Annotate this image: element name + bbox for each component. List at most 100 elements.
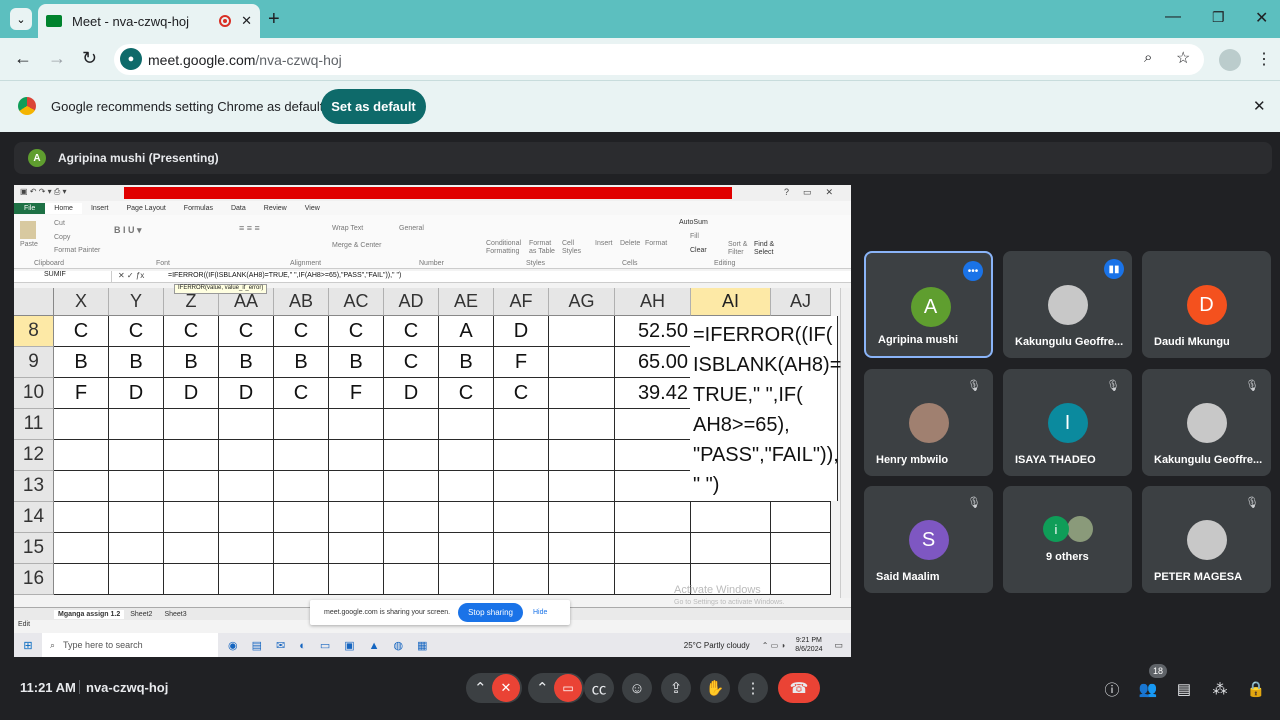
raise-hand-icon[interactable]: ✋ [700,673,730,703]
column-header[interactable]: AI [691,288,771,316]
spreadsheet-cell[interactable] [771,533,831,564]
spreadsheet-cell[interactable] [549,409,615,440]
row-header[interactable]: 10 [14,378,54,409]
spreadsheet-cell[interactable] [384,533,439,564]
align-buttons[interactable]: ≡ ≡ ≡ [239,223,260,233]
participant-tile[interactable]: D Daudi Mkungu [1142,251,1271,358]
spreadsheet-cell[interactable] [549,316,615,347]
spreadsheet-cell[interactable] [164,409,219,440]
tab-review[interactable]: Review [255,203,296,214]
close-window-icon[interactable]: ✕ [1255,8,1268,28]
name-box[interactable]: SUMIF [16,271,112,282]
menu-icon[interactable]: ⋮ [1256,49,1272,69]
spreadsheet-cell[interactable]: B [439,347,494,378]
fill-button[interactable]: Fill [690,233,699,240]
spreadsheet-cell[interactable] [384,409,439,440]
spreadsheet-cell[interactable] [329,533,384,564]
notifications-icon[interactable]: ▭ [834,640,843,651]
spreadsheet-cell[interactable] [164,502,219,533]
spreadsheet-cell[interactable] [549,564,615,595]
conditional-formatting-button[interactable]: Conditional Formatting [486,240,526,256]
spreadsheet-cell[interactable] [549,347,615,378]
spreadsheet-cell[interactable] [274,533,329,564]
spreadsheet-cell[interactable] [615,502,691,533]
insert-cells-button[interactable]: Insert [595,240,613,247]
row-header[interactable]: 8 [14,316,54,347]
copy-button[interactable]: Copy [54,234,70,241]
captions-icon[interactable]: ㏄ [584,673,614,703]
spreadsheet-cell[interactable] [109,440,164,471]
spreadsheet-cell[interactable] [494,533,549,564]
spreadsheet-cell[interactable] [274,564,329,595]
clear-button[interactable]: Clear [690,247,707,254]
spreadsheet-cell[interactable] [439,502,494,533]
autosum-button[interactable]: AutoSum [679,219,708,226]
find-select-button[interactable]: Find & Select [754,241,778,257]
formula-icons[interactable]: ✕ ✓ ƒx [118,271,144,280]
spreadsheet-cell[interactable]: F [494,347,549,378]
tab-page-layout[interactable]: Page Layout [117,203,174,214]
participant-tile[interactable]: Kakungulu Geoffre... 🎙 [1142,369,1271,476]
people-icon[interactable]: 👥 [1137,678,1159,700]
spreadsheet-cell[interactable] [549,378,615,409]
participant-tile[interactable]: i 9 others [1003,486,1132,593]
spreadsheet-cell[interactable]: C [109,316,164,347]
hide-button[interactable]: Hide [533,609,547,616]
activities-icon[interactable]: ⁂ [1209,678,1231,700]
participant-tile[interactable]: A Agripina mushi ••• [864,251,993,358]
tab-insert[interactable]: Insert [82,203,118,214]
spreadsheet-cell[interactable] [54,502,109,533]
participant-tile[interactable]: PETER MAGESA 🎙 [1142,486,1271,593]
spreadsheet-cell[interactable] [494,471,549,502]
spreadsheet-cell[interactable]: 52.50 [615,316,691,347]
close-infobar-icon[interactable]: ✕ [1253,97,1266,115]
format-painter-button[interactable]: Format Painter [54,247,100,254]
tab-data[interactable]: Data [222,203,255,214]
spreadsheet-cell[interactable] [109,502,164,533]
spreadsheet-cell[interactable] [54,471,109,502]
column-header[interactable]: X [54,288,109,316]
spreadsheet-cell[interactable] [549,440,615,471]
close-tab-icon[interactable]: ✕ [241,13,252,29]
column-header[interactable]: AE [439,288,494,316]
spreadsheet-cell[interactable]: C [384,347,439,378]
zoom-icon[interactable]: ⌕ [1144,49,1152,66]
leave-call-button[interactable]: ☎ [778,673,820,703]
excel-window-controls[interactable]: ?▭✕ [784,187,847,198]
spreadsheet-cell[interactable]: C [384,316,439,347]
spreadsheet-cell[interactable]: C [274,378,329,409]
spreadsheet-cell[interactable] [439,564,494,595]
delete-cells-button[interactable]: Delete [620,240,640,247]
mic-off-icon[interactable]: ✕ [492,674,520,702]
sheet-tab[interactable]: Sheet3 [158,610,192,619]
spreadsheet-cell[interactable] [329,409,384,440]
cell-styles-button[interactable]: Cell Styles [562,240,584,256]
spreadsheet-cell[interactable] [771,502,831,533]
column-header[interactable]: AC [329,288,384,316]
spreadsheet-cell[interactable] [164,440,219,471]
sort-filter-button[interactable]: Sort & Filter [728,241,750,257]
quick-access-icons[interactable]: ▣ ↶ ↷ ▾ ⎙ ▾ [20,187,67,197]
spreadsheet-cell[interactable] [54,564,109,595]
vertical-scrollbar[interactable] [840,288,851,598]
spreadsheet-cell[interactable] [329,471,384,502]
spreadsheet-cell[interactable]: C [329,316,384,347]
meet-tab[interactable]: Meet - nva-czwq-hoj ✕ [38,4,260,38]
formula-edit-cell[interactable]: =IFERROR((IF( ISBLANK(AH8)= TRUE," ",IF(… [690,316,841,501]
windows-start-icon[interactable]: ⊞ [14,639,42,652]
spreadsheet-cell[interactable] [54,440,109,471]
spreadsheet-cell[interactable] [691,533,771,564]
present-icon[interactable]: ⇪ [661,673,691,703]
emoji-icon[interactable]: ☺ [622,673,652,703]
spreadsheet-cell[interactable] [219,440,274,471]
row-header[interactable]: 14 [14,502,54,533]
spreadsheet-cell[interactable] [384,502,439,533]
spreadsheet-cell[interactable]: C [494,378,549,409]
bookmark-star-icon[interactable]: ☆ [1176,48,1190,68]
spreadsheet-cell[interactable] [54,409,109,440]
spreadsheet-cell[interactable] [494,440,549,471]
reload-icon[interactable]: ↻ [82,48,97,69]
spreadsheet-cell[interactable]: D [219,378,274,409]
host-controls-icon[interactable]: 🔒 [1245,678,1267,700]
spreadsheet-cell[interactable] [615,409,691,440]
